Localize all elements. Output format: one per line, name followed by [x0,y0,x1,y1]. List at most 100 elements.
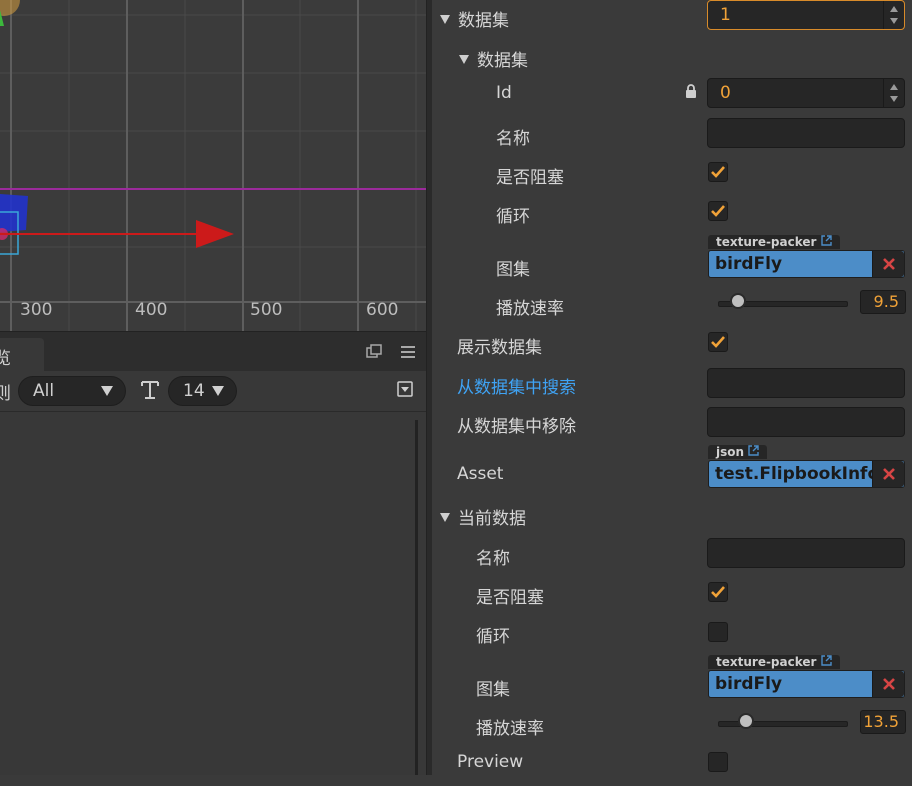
spin-up-icon[interactable] [890,6,898,12]
asset-value: test.FlipbookInfo [715,464,880,484]
chevron-down-icon [101,386,113,396]
cur-blocking-checkbox[interactable] [708,582,728,602]
atlas-asset-field[interactable]: birdFly [708,250,905,278]
spin-up-icon[interactable] [890,84,898,90]
clear-asset-button[interactable] [872,461,904,487]
name-label: 名称 [496,129,530,149]
log-level-select[interactable]: All [18,376,126,406]
checkmark-icon [711,586,725,598]
show-dataset-row: 展示数据集 [432,328,912,366]
caret-down-icon[interactable] [459,55,469,64]
cur-speed-value-input[interactable]: 13.5 [860,710,906,734]
cur-atlas-type-tag[interactable]: texture-packer [708,655,840,669]
spin-down-icon[interactable] [890,96,898,102]
cur-name-label: 名称 [476,549,510,569]
dataset-count-label-wrap[interactable]: 数据集 [440,6,509,31]
clear-atlas-button[interactable] [872,251,904,277]
cur-atlas-label: 图集 [476,680,510,700]
checkmark-icon [711,336,725,348]
blocking-checkbox[interactable] [708,162,728,182]
current-data-label: 当前数据 [458,509,526,529]
dataset-count-row: 数据集 1 [432,0,912,38]
current-data-row: 当前数据 [432,500,912,538]
id-input[interactable]: 0 [707,78,905,108]
chevron-down-icon [212,386,224,396]
menu-icon[interactable] [400,344,416,360]
id-row: Id 0 [432,78,912,116]
dataset-count-input[interactable]: 1 [707,0,905,30]
console-log-area[interactable] [0,412,426,775]
asset-row: Asset json test.FlipbookInfo [432,445,912,491]
current-data-header[interactable]: 当前数据 [440,504,526,529]
loop-row: 循环 [432,198,912,236]
asset-type-tag[interactable]: json [708,445,768,459]
cur-atlas-value: birdFly [715,674,783,694]
collapse-icon[interactable] [397,381,413,401]
caret-down-icon[interactable] [440,15,450,24]
id-spinner[interactable] [883,79,904,107]
external-link-icon[interactable] [820,655,832,666]
show-dataset-label: 展示数据集 [457,338,542,358]
x-tick-label: 500 [250,300,283,320]
x-tick-label: 400 [135,300,168,320]
atlas-type-tag[interactable]: texture-packer [708,235,840,249]
checkmark-icon [711,205,725,217]
dataset-group-header[interactable]: 数据集 [459,46,528,71]
cur-name-row: 名称 [432,538,912,576]
asset-field[interactable]: test.FlipbookInfo [708,460,905,488]
search-dataset-label[interactable]: 从数据集中搜索 [457,373,576,398]
blocking-label: 是否阻塞 [496,168,564,188]
cur-loop-row: 循环 [432,618,912,656]
console-tab[interactable]: 览 [0,338,44,372]
console-header: 览 [0,331,426,372]
lock-icon[interactable] [685,84,697,103]
id-label: Id [496,83,512,103]
x-tick-label: 300 [20,300,53,320]
toolbar-label: 则 [0,384,11,404]
atlas-row: 图集 texture-packer birdFly [432,235,912,281]
close-icon [883,258,895,270]
font-size-select[interactable]: 14 [168,376,237,406]
x-tick-label: 600 [366,300,399,320]
spin-down-icon[interactable] [890,18,898,24]
search-dataset-row: 从数据集中搜索 [432,368,912,406]
cur-blocking-label: 是否阻塞 [476,588,544,608]
atlas-label: 图集 [496,260,530,280]
dataset-count-spinner[interactable] [883,1,904,29]
remove-dataset-input[interactable] [707,407,905,437]
speed-slider-knob[interactable] [730,293,746,309]
preview-row: Preview [432,748,912,786]
sprite-node [0,194,28,232]
inspector-panel: 数据集 1 数据集 Id 0 名称 是否阻塞 循环 图集 texture-pac… [432,0,912,775]
scene-grid [0,0,426,331]
preview-checkbox[interactable] [708,752,728,772]
cur-atlas-asset-field[interactable]: birdFly [708,670,905,698]
external-link-icon[interactable] [748,445,759,456]
atlas-value: birdFly [715,254,783,274]
search-dataset-input[interactable] [707,368,905,398]
cur-speed-row: 播放速率 13.5 [432,710,912,748]
caret-down-icon[interactable] [440,513,450,522]
cur-name-input[interactable] [707,538,905,568]
cur-speed-label: 播放速率 [476,719,544,739]
cur-speed-slider-knob[interactable] [738,713,754,729]
loop-checkbox[interactable] [708,201,728,221]
show-dataset-checkbox[interactable] [708,332,728,352]
scene-view[interactable]: 300 400 500 600 [0,0,426,331]
asset-label: Asset [457,464,504,484]
cur-loop-checkbox[interactable] [708,622,728,642]
sprite-glow [0,0,20,16]
log-level-value: All [33,381,55,401]
checkmark-icon [711,166,725,178]
close-icon [883,678,895,690]
font-size-value: 14 [183,381,205,401]
cur-atlas-type-label: texture-packer [716,655,817,669]
external-link-icon[interactable] [820,235,832,246]
console-scrollbar[interactable] [415,420,418,775]
popout-icon[interactable] [366,344,382,360]
speed-label: 播放速率 [496,299,564,319]
speed-value-input[interactable]: 9.5 [860,290,906,314]
clear-cur-atlas-button[interactable] [872,671,904,697]
dataset-group-row: 数据集 [432,40,912,78]
name-input[interactable] [707,118,905,148]
